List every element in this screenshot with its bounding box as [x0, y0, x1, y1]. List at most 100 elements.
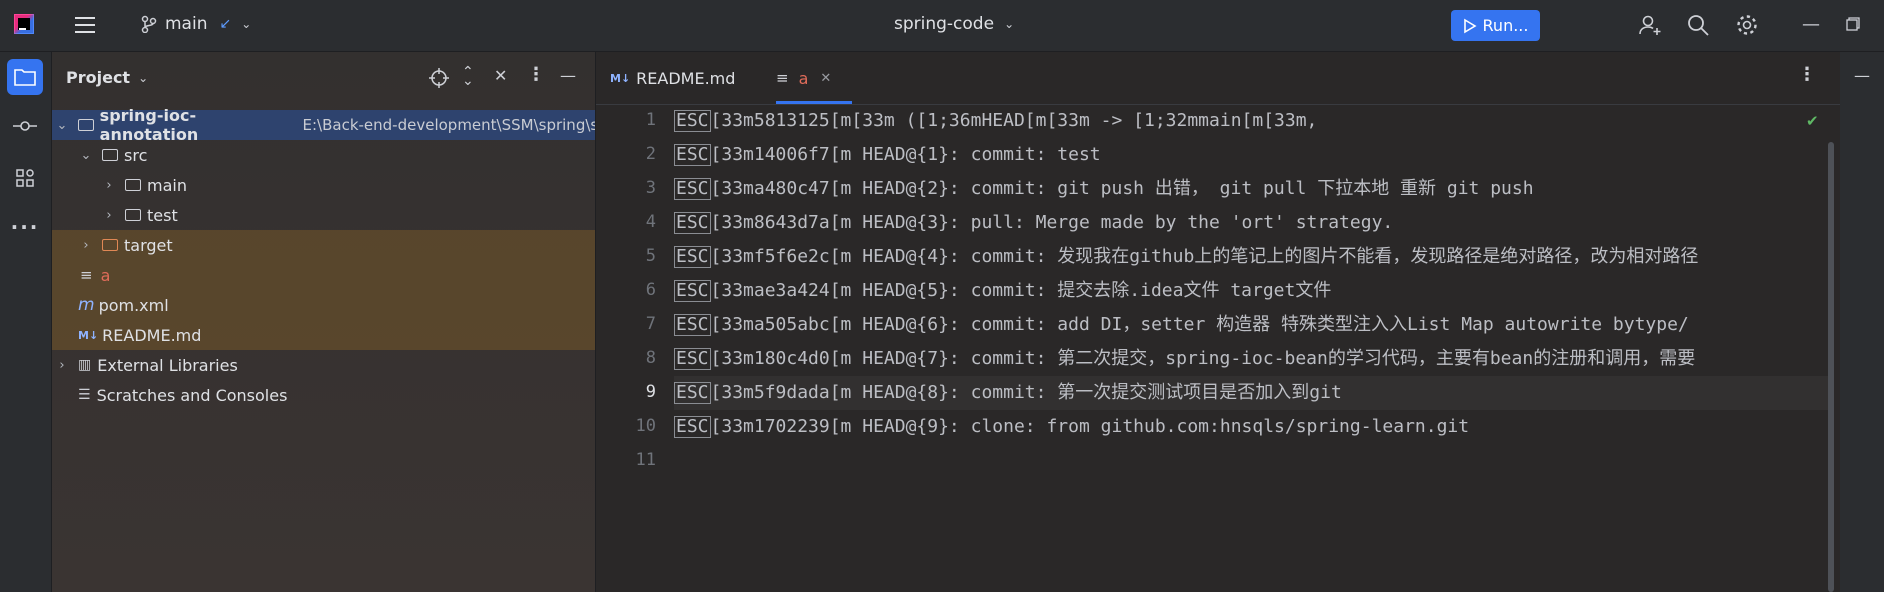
options-icon[interactable]: ⋮	[527, 64, 545, 85]
title-bar: main ↙ ⌄ spring-code ⌄ Run... —	[0, 0, 1884, 52]
close-tab-icon[interactable]: ✕	[820, 71, 831, 86]
run-button[interactable]: Run...	[1451, 10, 1540, 41]
tab-options-icon[interactable]: ⋮	[1798, 64, 1816, 85]
library-icon: ▥	[78, 357, 92, 373]
esc-control-char: ESC	[674, 348, 711, 370]
esc-control-char: ESC	[674, 178, 711, 200]
tree-label: pom.xml	[98, 295, 169, 315]
line-number: 11	[635, 450, 656, 470]
search-icon[interactable]	[1686, 13, 1710, 37]
module-path: E:\Back-end-development\SSM\spring\s	[302, 116, 595, 134]
code-editor[interactable]: ESC [33m5813125[m[33m ([1;36mHEAD[m[33m -…	[674, 104, 1834, 592]
chevron-down-icon: ⌄	[241, 17, 252, 31]
chevron-right-icon: ›	[59, 357, 65, 373]
esc-control-char: ESC	[674, 314, 711, 336]
vertical-scrollbar[interactable]	[1828, 142, 1834, 592]
tab-label: a	[798, 68, 809, 88]
tree-row-pom[interactable]: m pom.xml	[52, 290, 595, 320]
tree-row-main[interactable]: › main	[52, 170, 595, 200]
project-folder-icon[interactable]	[7, 59, 43, 95]
restore-icon[interactable]	[1846, 17, 1860, 31]
tab-label: README.md	[636, 68, 736, 88]
hide-editor-panel-icon[interactable]: —	[1854, 66, 1870, 85]
project-panel-header: Project ⌄ ⌃ ⌄ ✕ ⋮ —	[52, 52, 595, 104]
esc-control-char: ESC	[674, 382, 711, 404]
tab-readme[interactable]: M↓ README.md	[610, 52, 735, 104]
expand-all-icon[interactable]: ⌃ ⌄	[462, 65, 474, 88]
tree-label: a	[100, 265, 111, 285]
code-line: ESC [33ma480c47[m HEAD@{2}: commit: git p…	[674, 178, 1534, 200]
esc-control-char: ESC	[674, 212, 711, 234]
tree-label: src	[124, 145, 148, 165]
tree-label: test	[147, 205, 178, 225]
tree-label: README.md	[102, 325, 202, 345]
branch-widget[interactable]: main ↙ ⌄	[141, 14, 251, 34]
module-folder-icon	[77, 119, 94, 131]
code-line: ESC [33m8643d7a[m HEAD@{3}: pull: Merge m…	[674, 212, 1394, 234]
editor-area: M↓ README.md ≡ a ✕ ⋮ 1 2 3 4 5 6 7 8 9 1…	[596, 52, 1884, 592]
tree-row-external-libraries[interactable]: › ▥ External Libraries	[52, 350, 595, 380]
chevron-down-icon: ⌄	[1004, 17, 1015, 31]
add-user-icon[interactable]	[1638, 13, 1662, 37]
hide-panel-icon[interactable]: —	[560, 66, 576, 85]
tree-label: main	[147, 175, 187, 195]
tree-label: target	[124, 235, 173, 255]
line-number: 4	[645, 212, 656, 232]
minimize-icon[interactable]: —	[1802, 14, 1820, 35]
more-tools-icon[interactable]: ···	[7, 209, 43, 245]
esc-control-char: ESC	[674, 144, 711, 166]
git-branch-icon	[141, 15, 157, 33]
chevron-right-icon: ›	[106, 207, 112, 223]
project-tool-window: Project ⌄ ⌃ ⌄ ✕ ⋮ — ⌄ spring-ioc-annotati…	[52, 52, 595, 592]
esc-control-char: ESC	[674, 280, 711, 302]
tree-row-scratches[interactable]: ☰ Scratches and Consoles	[52, 380, 595, 410]
code-line: ESC [33m5813125[m[33m ([1;36mHEAD[m[33m -…	[674, 110, 1318, 132]
locate-icon[interactable]	[429, 68, 449, 92]
run-label: Run...	[1482, 16, 1529, 35]
commit-icon[interactable]	[7, 108, 43, 144]
tree-row-src[interactable]: ⌄ src	[52, 140, 595, 170]
text-file-icon: ≡	[80, 266, 93, 284]
text-file-icon: ≡	[776, 69, 789, 87]
settings-gear-icon[interactable]	[1735, 13, 1759, 37]
main-menu-icon[interactable]	[75, 17, 95, 33]
structure-icon[interactable]	[7, 160, 43, 196]
panel-title: Project	[66, 68, 131, 87]
tool-window-strip: ···	[0, 52, 52, 592]
tree-row-target[interactable]: › target	[52, 230, 595, 260]
project-switcher[interactable]: spring-code ⌄	[894, 14, 1014, 34]
folder-icon	[125, 179, 141, 191]
code-line: ESC [33ma505abc[m HEAD@{6}: commit: add D…	[674, 314, 1689, 336]
branch-name: main	[165, 14, 208, 34]
inspection-ok-icon[interactable]: ✔	[1806, 112, 1819, 130]
tab-a[interactable]: ≡ a ✕	[776, 52, 831, 104]
tree-row-file-a[interactable]: ≡ a	[52, 260, 595, 290]
collapse-all-icon[interactable]: ✕	[494, 66, 507, 85]
tree-row-module[interactable]: ⌄ spring-ioc-annotation E:\Back-end-deve…	[52, 106, 595, 144]
line-number: 7	[645, 314, 656, 334]
line-number: 9	[645, 382, 656, 402]
project-view-selector[interactable]: Project ⌄	[66, 68, 148, 87]
code-line: ESC [33mf5f6e2c[m HEAD@{4}: commit: 发现我在g…	[674, 246, 1699, 268]
tree-label: Scratches and Consoles	[96, 385, 288, 405]
line-number-gutter: 1 2 3 4 5 6 7 8 9 10 11	[596, 104, 672, 592]
chevron-down-icon: ⌄	[80, 147, 92, 163]
play-icon	[1463, 18, 1477, 33]
chevron-down-icon: ⌄	[138, 70, 149, 85]
code-line: ESC [33m14006f7[m HEAD@{1}: commit: test	[674, 144, 1101, 166]
line-number: 8	[645, 348, 656, 368]
tree-row-readme[interactable]: M↓ README.md	[52, 320, 595, 350]
tree-row-test[interactable]: › test	[52, 200, 595, 230]
code-line: ESC [33m1702239[m HEAD@{9}: clone: from g…	[674, 416, 1470, 438]
esc-control-char: ESC	[674, 110, 711, 132]
code-line: ESC [33mae3a424[m HEAD@{5}: commit: 提交去除.…	[674, 280, 1332, 302]
ide-logo-icon[interactable]	[14, 14, 34, 34]
scratches-icon: ☰	[78, 387, 91, 403]
code-line-current: ESC [33m5f9dada[m HEAD@{8}: commit: 第一次提交…	[674, 376, 1834, 410]
line-number: 5	[645, 246, 656, 266]
editor-tab-bar: M↓ README.md ≡ a ✕ ⋮	[596, 52, 1884, 105]
tree-label: spring-ioc-annotation	[99, 106, 199, 144]
excluded-folder-icon	[102, 239, 118, 251]
line-number: 10	[635, 416, 656, 436]
